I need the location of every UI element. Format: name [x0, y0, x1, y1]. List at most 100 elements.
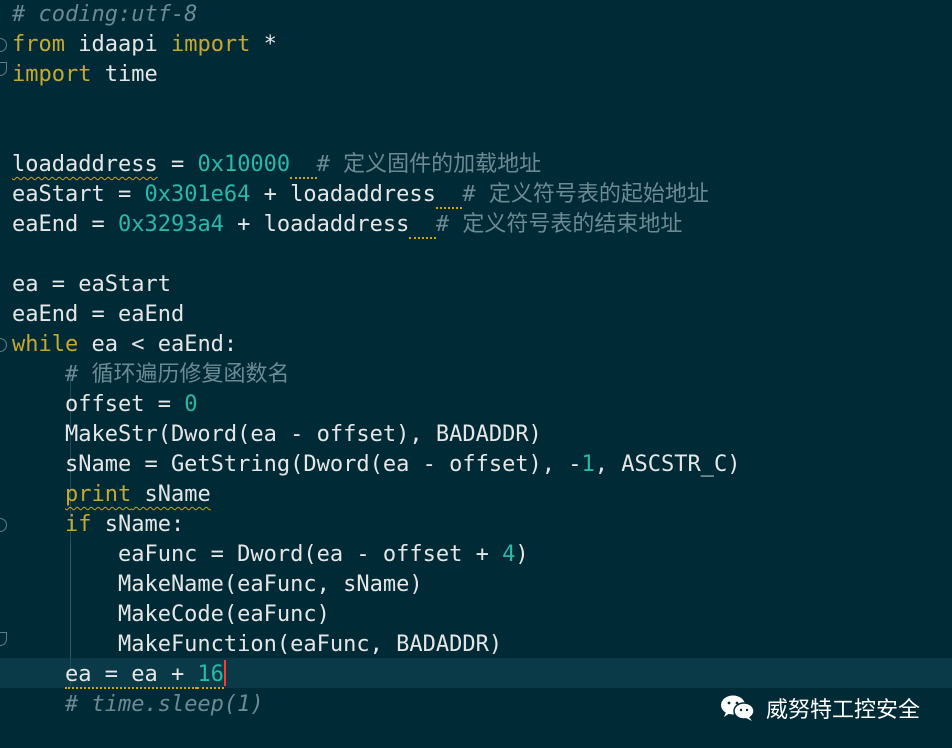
code-text: sName = GetString(Dword(ea - offset), -1…	[12, 450, 741, 480]
code-token: # 定义符号表的结束地址	[435, 212, 683, 237]
code-token: ea = ea +	[64, 662, 198, 689]
code-token: while	[12, 332, 79, 357]
code-text: offset = 0	[12, 390, 197, 420]
code-line[interactable]: offset = 0	[0, 390, 952, 420]
code-token: sName = GetString(Dword(ea - offset), -	[12, 452, 582, 477]
code-text: eaEnd = 0x3293a4 + loadaddress # 定义符号表的结…	[12, 210, 682, 240]
code-token: MakeName(eaFunc, sName)	[12, 572, 423, 597]
code-line[interactable]: MakeStr(Dword(ea - offset), BADADDR)	[0, 420, 952, 450]
code-line[interactable]: print sName	[0, 480, 952, 510]
code-token: , ASCSTR_C)	[594, 452, 741, 477]
code-token: # time.sleep(1)	[64, 692, 264, 717]
code-token: 1	[581, 452, 595, 477]
code-token: ea < eaEnd:	[78, 332, 238, 357]
code-line[interactable]: eaEnd = eaEnd	[0, 300, 952, 330]
code-line[interactable]: # coding:utf-8	[0, 0, 952, 30]
code-text: MakeFunction(eaFunc, BADADDR)	[12, 630, 502, 660]
code-line[interactable]: eaEnd = 0x3293a4 + loadaddress # 定义符号表的结…	[0, 210, 952, 240]
code-text: ea = ea + 16	[12, 660, 226, 690]
code-token: =	[157, 152, 198, 177]
code-line[interactable]	[0, 120, 952, 150]
code-token: 16	[197, 662, 224, 689]
code-token: # coding:utf-8	[12, 2, 198, 27]
code-token: # 定义固件的加载地址	[316, 152, 542, 177]
code-token: loadaddress	[12, 152, 158, 177]
code-token	[435, 182, 463, 209]
code-token: *	[250, 32, 277, 57]
code-text: eaEnd = eaEnd	[12, 300, 184, 330]
code-text: from idaapi import *	[12, 30, 277, 60]
code-text: while ea < eaEnd:	[12, 330, 237, 360]
code-line[interactable]: if sName:	[0, 510, 952, 540]
code-line[interactable]: MakeCode(eaFunc)	[0, 600, 952, 630]
code-line[interactable]: # 循环遍历修复函数名	[0, 360, 952, 390]
code-line[interactable]: MakeFunction(eaFunc, BADADDR)	[0, 630, 952, 660]
code-line[interactable]: while ea < eaEnd:	[0, 330, 952, 360]
code-text: import time	[12, 60, 158, 90]
code-token: 4	[502, 542, 516, 567]
code-line[interactable]: eaStart = 0x301e64 + loadaddress # 定义符号表…	[0, 180, 952, 210]
code-token: time	[91, 62, 158, 87]
code-line[interactable]	[0, 90, 952, 120]
watermark: 威努特工控安全	[720, 688, 920, 728]
code-line[interactable]	[0, 240, 952, 270]
code-line[interactable]: MakeName(eaFunc, sName)	[0, 570, 952, 600]
code-token	[290, 152, 317, 179]
code-text: MakeName(eaFunc, sName)	[12, 570, 423, 600]
code-token: offset =	[12, 392, 185, 417]
code-token	[409, 212, 436, 239]
code-token: MakeFunction(eaFunc, BADADDR)	[12, 632, 503, 657]
code-token: 0x3293a4	[117, 212, 224, 237]
code-line[interactable]: loadaddress = 0x10000 # 定义固件的加载地址	[0, 150, 952, 180]
code-text: # time.sleep(1)	[12, 690, 264, 720]
code-text: MakeStr(Dword(ea - offset), BADADDR)	[12, 420, 542, 450]
code-token: import	[12, 62, 92, 87]
code-token: eaFunc = Dword(ea - offset +	[12, 542, 503, 567]
code-token: )	[515, 542, 529, 567]
code-token: eaEnd = eaEnd	[12, 302, 185, 327]
code-text: eaStart = 0x301e64 + loadaddress # 定义符号表…	[12, 180, 709, 210]
code-token: 0x301e64	[144, 182, 251, 207]
code-token: MakeStr(Dword(ea - offset), BADADDR)	[12, 422, 542, 447]
code-text: print sName	[12, 480, 211, 510]
code-line[interactable]: sName = GetString(Dword(ea - offset), -1…	[0, 450, 952, 480]
code-token: sName:	[91, 512, 185, 537]
code-token: if	[64, 512, 92, 537]
code-text: MakeCode(eaFunc)	[12, 600, 330, 630]
code-token: 0x10000	[197, 152, 291, 177]
code-token: import	[170, 32, 251, 57]
code-line[interactable]: import time	[0, 60, 952, 90]
code-token: idaapi	[64, 32, 171, 57]
code-line[interactable]: eaFunc = Dword(ea - offset + 4)	[0, 540, 952, 570]
code-token: eaStart =	[12, 182, 145, 207]
code-token: # 循环遍历修复函数名	[64, 362, 290, 387]
watermark-text: 威努特工控安全	[765, 698, 920, 723]
code-token: + loadaddress	[223, 212, 410, 237]
code-text: # coding:utf-8	[12, 0, 197, 30]
code-token: # 定义符号表的起始地址	[462, 182, 709, 207]
code-text: # 循环遍历修复函数名	[12, 360, 290, 390]
code-token: + loadaddress	[250, 182, 436, 207]
code-token: MakeCode(eaFunc)	[12, 602, 330, 627]
code-line[interactable]: from idaapi import *	[0, 30, 952, 60]
text-cursor	[223, 660, 226, 686]
wechat-icon	[720, 694, 756, 722]
code-text: loadaddress = 0x10000 # 定义固件的加载地址	[12, 150, 541, 180]
code-token: from	[12, 32, 65, 57]
code-token: 0	[184, 392, 198, 417]
code-line[interactable]: ea = eaStart	[0, 270, 952, 300]
code-token: eaEnd =	[12, 212, 118, 237]
code-line[interactable]: ea = ea + 16	[0, 660, 952, 690]
code-token: print	[64, 482, 132, 507]
code-editor[interactable]: # coding:utf-8 from idaapi import * import…	[0, 0, 952, 748]
code-token: ea = eaStart	[12, 272, 171, 297]
code-text: if sName:	[12, 510, 184, 540]
code-text: eaFunc = Dword(ea - offset + 4)	[12, 540, 529, 570]
code-token: sName	[131, 482, 211, 507]
code-text: ea = eaStart	[12, 270, 171, 300]
